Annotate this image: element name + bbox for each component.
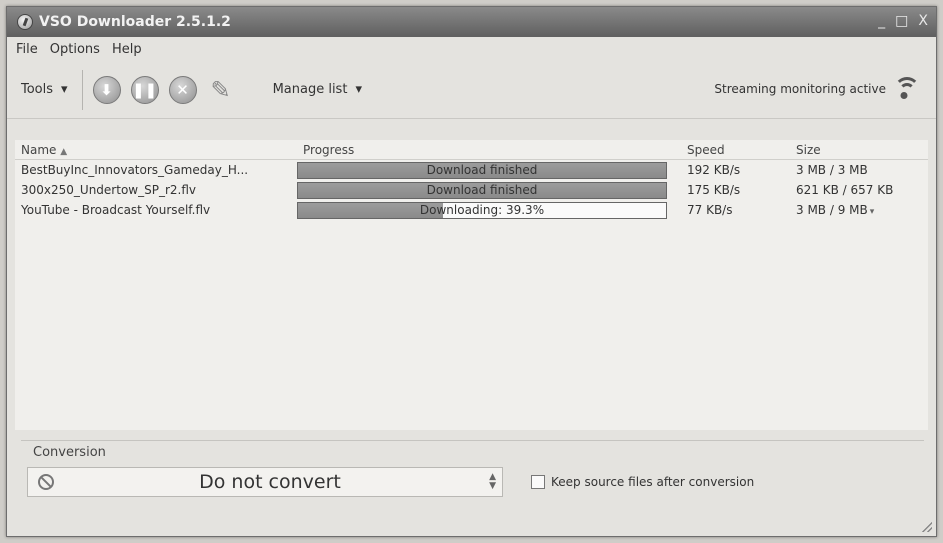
menu-options[interactable]: Options (49, 41, 101, 58)
progress-bar: Downloading: 39.3% (297, 201, 667, 219)
streaming-status: Streaming monitoring active (714, 77, 920, 101)
sort-arrow-icon: ▲ (60, 146, 68, 157)
menu-file[interactable]: File (15, 41, 39, 58)
close-button[interactable]: X (918, 13, 928, 29)
pause-icon[interactable]: ❚❚ (130, 75, 159, 104)
keep-source-option[interactable]: Keep source files after conversion (531, 475, 754, 489)
table-row[interactable]: YouTube - Broadcast Yourself.flv Downloa… (15, 200, 928, 220)
conversion-panel: Conversion Do not convert ▲ ▼ Keep source… (21, 440, 924, 508)
chevron-down-icon[interactable]: ▾ (870, 207, 875, 217)
speed-value: 77 KB/s (687, 203, 733, 217)
chevron-down-icon: ▾ (61, 82, 68, 97)
menu-bar: File Options Help (7, 37, 936, 61)
progress-text: Download finished (426, 162, 538, 177)
clean-icon[interactable]: ✎ (207, 76, 235, 104)
toolbar-separator (81, 69, 83, 110)
manage-list-dropdown[interactable]: Manage list ▾ (273, 82, 362, 97)
size-value: 621 KB / 657 KB (796, 183, 894, 197)
resize-grip-icon[interactable] (922, 522, 932, 532)
download-list: Name ▲ Progress Speed Size BestBuyInc_In… (15, 140, 928, 430)
conversion-value: Do not convert (199, 471, 341, 493)
header-size[interactable]: Size (790, 143, 928, 157)
progress-cell: Download finished (295, 161, 683, 179)
conversion-select[interactable]: Do not convert ▲ ▼ (27, 467, 503, 497)
header-name[interactable]: Name ▲ (15, 143, 295, 157)
cancel-icon[interactable]: ✕ (168, 75, 197, 104)
size-value: 3 MB / 9 MB ▾ (796, 203, 875, 217)
title-bar: VSO Downloader 2.5.1.2 _ □ X (7, 7, 936, 37)
minimize-button[interactable]: _ (878, 13, 885, 29)
no-convert-icon (38, 474, 54, 490)
progress-cell: Downloading: 39.3% (295, 201, 683, 219)
table-row[interactable]: 300x250_Undertow_SP_r2.flv Download fini… (15, 180, 928, 200)
file-name: YouTube - Broadcast Yourself.flv (21, 203, 211, 217)
size-value: 3 MB / 3 MB (796, 163, 868, 177)
window-controls: _ □ X (878, 13, 928, 29)
tools-label: Tools (21, 82, 54, 97)
progress-bar: Download finished (297, 161, 667, 179)
file-name: 300x250_Undertow_SP_r2.flv (21, 183, 196, 197)
chevron-down-icon: ▾ (355, 82, 362, 97)
app-logo-icon (17, 14, 33, 30)
progress-text: Downloading: 39.3% (419, 202, 545, 217)
list-header: Name ▲ Progress Speed Size (15, 140, 928, 160)
streaming-status-text: Streaming monitoring active (714, 82, 886, 96)
progress-cell: Download finished (295, 181, 683, 199)
tools-dropdown[interactable]: Tools ▾ (21, 82, 68, 97)
toolbar: Tools ▾ ⬇ ❚❚ ✕ ✎ Manage list ▾ Streaming… (7, 61, 936, 119)
menu-help[interactable]: Help (111, 41, 143, 58)
file-name: BestBuyInc_Innovators_Gameday_H... (21, 163, 249, 177)
table-row[interactable]: BestBuyInc_Innovators_Gameday_H... Downl… (15, 160, 928, 180)
maximize-button[interactable]: □ (895, 13, 908, 29)
wifi-icon[interactable] (894, 77, 920, 101)
app-window: VSO Downloader 2.5.1.2 _ □ X File Option… (6, 6, 937, 537)
speed-value: 192 KB/s (687, 163, 741, 177)
manage-list-label: Manage list (272, 82, 348, 97)
keep-source-label: Keep source files after conversion (551, 475, 755, 489)
window-title: VSO Downloader 2.5.1.2 (39, 14, 231, 30)
keep-source-checkbox[interactable] (531, 475, 545, 489)
select-arrows-icon[interactable]: ▲ ▼ (489, 473, 496, 491)
conversion-label: Conversion (33, 445, 106, 460)
progress-text: Download finished (426, 182, 538, 197)
download-icon[interactable]: ⬇ (92, 75, 121, 104)
progress-bar: Download finished (297, 181, 667, 199)
speed-value: 175 KB/s (687, 183, 741, 197)
header-progress[interactable]: Progress (295, 143, 683, 157)
header-speed[interactable]: Speed (683, 143, 790, 157)
